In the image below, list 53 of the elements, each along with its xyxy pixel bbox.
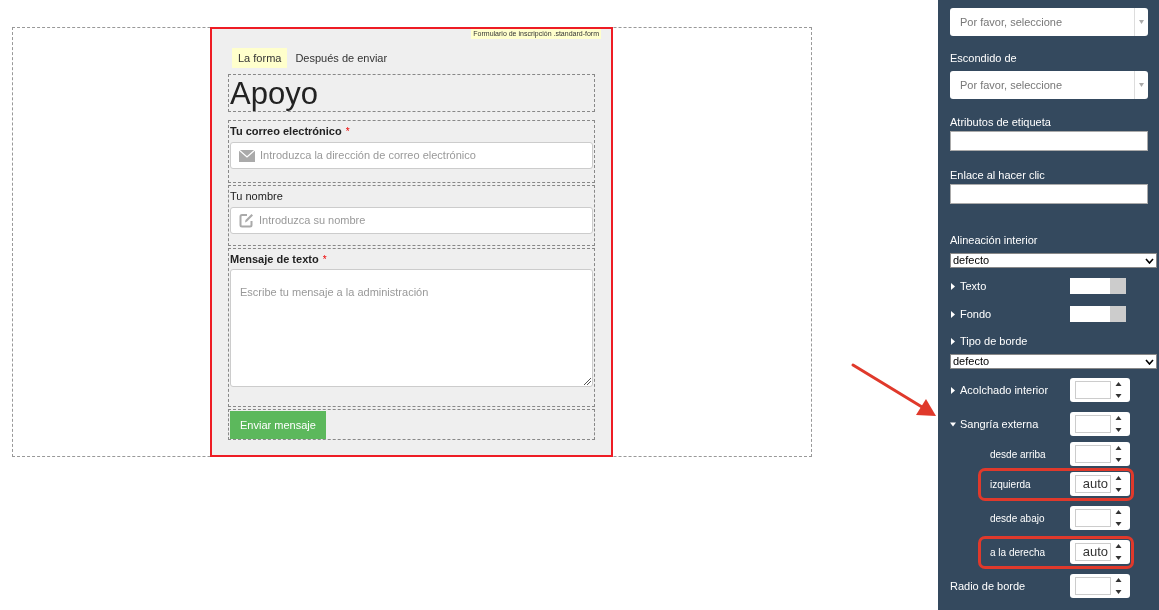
field-label: Escondido de xyxy=(950,50,1017,66)
field-label: Tu correo electrónico xyxy=(230,124,342,140)
field-label: a la derecha xyxy=(990,545,1047,560)
select-field[interactable]: Por favor, seleccione xyxy=(950,71,1148,99)
color-swatch[interactable] xyxy=(1070,306,1126,322)
form-tab[interactable]: Después de enviar xyxy=(289,48,394,68)
up-down-arrows-icon[interactable] xyxy=(1115,475,1122,493)
up-down-arrows-icon[interactable] xyxy=(1115,577,1122,595)
caret-down-icon[interactable] xyxy=(950,420,956,428)
up-down-arrows-icon[interactable] xyxy=(1115,543,1122,561)
select-field[interactable]: Por favor, seleccione xyxy=(950,8,1148,36)
field-label: Alineación interior xyxy=(950,232,1038,248)
field-label: Sangría externa xyxy=(960,416,1039,432)
field-label: Enlace al hacer clic xyxy=(950,167,1045,183)
envelope-icon xyxy=(239,149,255,162)
resize-handle-icon[interactable] xyxy=(583,377,591,385)
up-down-arrows-icon[interactable] xyxy=(1115,445,1122,463)
text-input[interactable] xyxy=(950,184,1148,204)
field-label: Fondo xyxy=(960,306,992,322)
field-label: Texto xyxy=(960,278,987,294)
color-swatch[interactable] xyxy=(1070,278,1126,294)
chevron-down-icon xyxy=(1145,358,1154,365)
up-down-arrows-icon[interactable] xyxy=(1115,509,1122,527)
number-spinner[interactable]: auto xyxy=(1070,472,1130,496)
field-label: Tipo de borde xyxy=(960,333,1028,349)
caret-down-icon xyxy=(1139,20,1144,24)
form-title: Apoyo xyxy=(230,77,318,109)
chevron-down-icon xyxy=(1145,257,1154,264)
caret-down-icon xyxy=(1139,83,1144,87)
edit-icon xyxy=(239,213,254,228)
field-label: Acolchado interior xyxy=(960,382,1049,398)
spinner-value: auto xyxy=(1082,543,1108,562)
caret-right-icon[interactable] xyxy=(950,337,956,345)
dropdown-select[interactable]: defecto xyxy=(950,253,1157,268)
field-label: desde arriba xyxy=(990,447,1047,462)
caret-right-icon[interactable] xyxy=(950,282,956,290)
text-input[interactable] xyxy=(950,131,1148,151)
required-asterisk: * xyxy=(345,125,350,139)
up-down-arrows-icon[interactable] xyxy=(1115,381,1122,399)
field-label: Tu nombre xyxy=(230,189,283,205)
field-label: Mensaje de texto xyxy=(230,252,319,268)
field-label: Radio de borde xyxy=(950,578,1026,594)
form-tab[interactable]: La forma xyxy=(232,48,288,68)
spinner-value: auto xyxy=(1082,475,1108,494)
dropdown-select[interactable]: defecto xyxy=(950,354,1157,369)
caret-right-icon[interactable] xyxy=(950,386,956,394)
up-down-arrows-icon[interactable] xyxy=(1115,415,1122,433)
field-label: desde abajo xyxy=(990,511,1046,526)
caret-right-icon[interactable] xyxy=(950,310,956,318)
required-asterisk: * xyxy=(322,253,327,267)
field-label: Atributos de etiqueta xyxy=(950,114,1051,130)
number-spinner[interactable]: auto xyxy=(1070,540,1130,564)
field-label: izquierda xyxy=(990,477,1032,492)
